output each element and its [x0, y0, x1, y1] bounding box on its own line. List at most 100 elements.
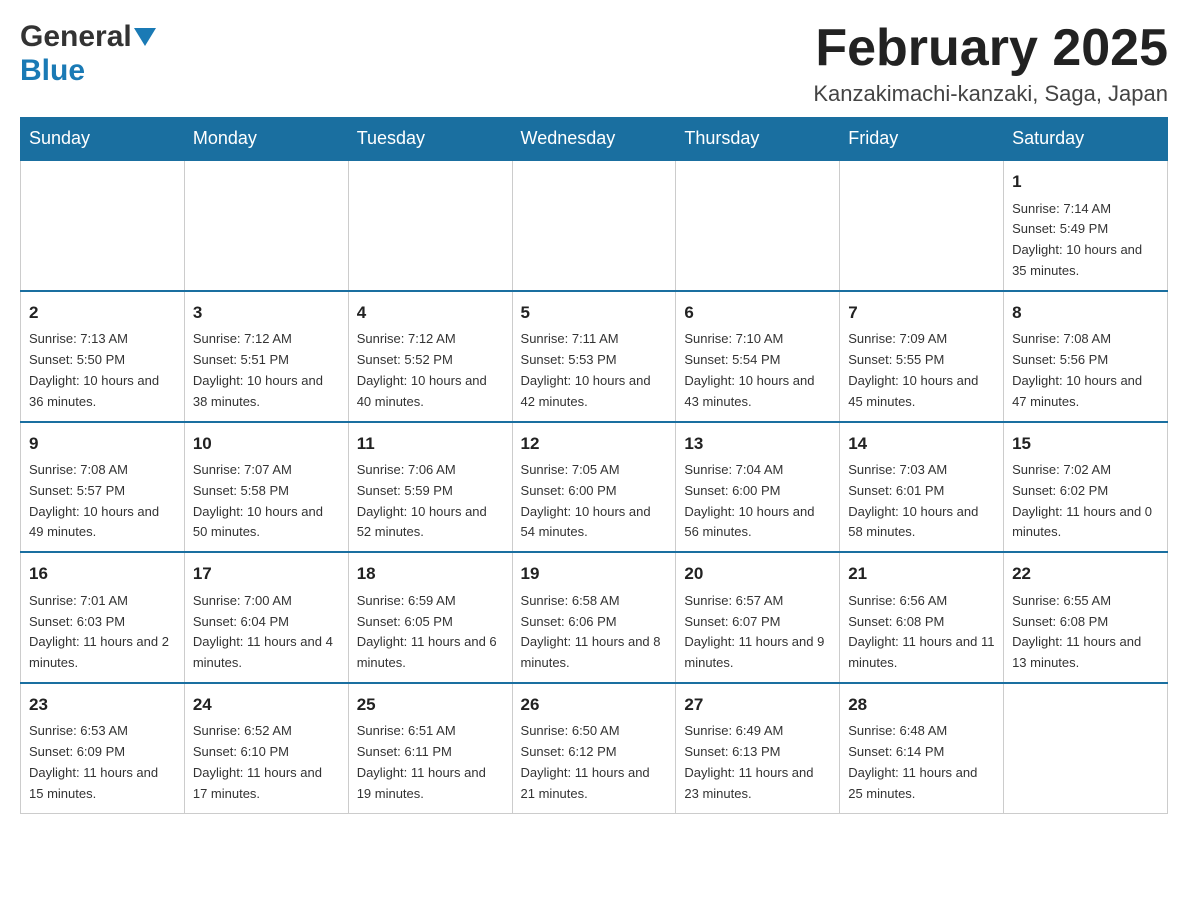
day-number: 6 [684, 300, 831, 326]
day-number: 16 [29, 561, 176, 587]
logo: General Blue [20, 20, 156, 88]
calendar-header-row: SundayMondayTuesdayWednesdayThursdayFrid… [21, 118, 1168, 161]
day-info: Sunrise: 7:05 AMSunset: 6:00 PMDaylight:… [521, 460, 668, 543]
calendar-cell: 9 Sunrise: 7:08 AMSunset: 5:57 PMDaylight… [21, 422, 185, 553]
day-info: Sunrise: 7:06 AMSunset: 5:59 PMDaylight:… [357, 460, 504, 543]
calendar-cell: 24 Sunrise: 6:52 AMSunset: 6:10 PMDayligh… [184, 683, 348, 813]
day-number: 17 [193, 561, 340, 587]
calendar-cell: 19Sunrise: 6:58 AMSunset: 6:06 PMDayligh… [512, 552, 676, 683]
day-number: 9 [29, 431, 176, 457]
day-number: 28 [848, 692, 995, 718]
day-info: Sunrise: 6:55 AMSunset: 6:08 PMDaylight:… [1012, 591, 1159, 674]
calendar-cell: 16 Sunrise: 7:01 AMSunset: 6:03 PMDayligh… [21, 552, 185, 683]
day-info: Sunrise: 7:03 AMSunset: 6:01 PMDaylight:… [848, 460, 995, 543]
day-number: 21 [848, 561, 995, 587]
day-number: 5 [521, 300, 668, 326]
day-number: 2 [29, 300, 176, 326]
day-number: 14 [848, 431, 995, 457]
day-info: Sunrise: 6:52 AMSunset: 6:10 PMDaylight:… [193, 721, 340, 804]
calendar-cell: 27Sunrise: 6:49 AMSunset: 6:13 PMDayligh… [676, 683, 840, 813]
day-info: Sunrise: 7:08 AMSunset: 5:57 PMDaylight:… [29, 460, 176, 543]
calendar-cell: 25 Sunrise: 6:51 AMSunset: 6:11 PMDayligh… [348, 683, 512, 813]
calendar-cell: 23 Sunrise: 6:53 AMSunset: 6:09 PMDayligh… [21, 683, 185, 813]
calendar-cell: 2Sunrise: 7:13 AMSunset: 5:50 PMDaylight… [21, 291, 185, 422]
calendar-cell: 6 Sunrise: 7:10 AMSunset: 5:54 PMDaylight… [676, 291, 840, 422]
day-number: 23 [29, 692, 176, 718]
logo-triangle-icon [134, 28, 156, 50]
calendar-cell: 13 Sunrise: 7:04 AMSunset: 6:00 PMDayligh… [676, 422, 840, 553]
day-info: Sunrise: 6:56 AMSunset: 6:08 PMDaylight:… [848, 591, 995, 674]
day-number: 3 [193, 300, 340, 326]
day-number: 26 [521, 692, 668, 718]
calendar-cell [676, 160, 840, 291]
day-number: 8 [1012, 300, 1159, 326]
day-number: 10 [193, 431, 340, 457]
day-number: 1 [1012, 169, 1159, 195]
day-info: Sunrise: 7:11 AMSunset: 5:53 PMDaylight:… [521, 329, 668, 412]
day-info: Sunrise: 6:50 AMSunset: 6:12 PMDaylight:… [521, 721, 668, 804]
month-title: February 2025 [813, 20, 1168, 77]
calendar-cell: 22 Sunrise: 6:55 AMSunset: 6:08 PMDayligh… [1004, 552, 1168, 683]
day-info: Sunrise: 6:49 AMSunset: 6:13 PMDaylight:… [684, 721, 831, 804]
calendar-cell: 14 Sunrise: 7:03 AMSunset: 6:01 PMDayligh… [840, 422, 1004, 553]
day-info: Sunrise: 7:00 AMSunset: 6:04 PMDaylight:… [193, 591, 340, 674]
logo-blue-text: Blue [20, 54, 85, 87]
day-number: 19 [521, 561, 668, 587]
calendar-table: SundayMondayTuesdayWednesdayThursdayFrid… [20, 117, 1168, 813]
day-info: Sunrise: 6:59 AMSunset: 6:05 PMDaylight:… [357, 591, 504, 674]
day-number: 13 [684, 431, 831, 457]
calendar-cell: 18 Sunrise: 6:59 AMSunset: 6:05 PMDayligh… [348, 552, 512, 683]
calendar-cell: 20 Sunrise: 6:57 AMSunset: 6:07 PMDayligh… [676, 552, 840, 683]
calendar-cell [512, 160, 676, 291]
calendar-cell: 1 Sunrise: 7:14 AMSunset: 5:49 PMDaylight… [1004, 160, 1168, 291]
weekday-header-thursday: Thursday [676, 118, 840, 161]
day-info: Sunrise: 6:48 AMSunset: 6:14 PMDaylight:… [848, 721, 995, 804]
calendar-cell: 21 Sunrise: 6:56 AMSunset: 6:08 PMDayligh… [840, 552, 1004, 683]
day-number: 12 [521, 431, 668, 457]
day-info: Sunrise: 6:53 AMSunset: 6:09 PMDaylight:… [29, 721, 176, 804]
day-number: 15 [1012, 431, 1159, 457]
day-info: Sunrise: 7:01 AMSunset: 6:03 PMDaylight:… [29, 591, 176, 674]
day-info: Sunrise: 7:10 AMSunset: 5:54 PMDaylight:… [684, 329, 831, 412]
day-number: 7 [848, 300, 995, 326]
day-info: Sunrise: 7:04 AMSunset: 6:00 PMDaylight:… [684, 460, 831, 543]
calendar-cell: 15Sunrise: 7:02 AMSunset: 6:02 PMDayligh… [1004, 422, 1168, 553]
day-number: 11 [357, 431, 504, 457]
calendar-cell [184, 160, 348, 291]
day-number: 24 [193, 692, 340, 718]
calendar-week-row: 1 Sunrise: 7:14 AMSunset: 5:49 PMDaylight… [21, 160, 1168, 291]
location-subtitle: Kanzakimachi-kanzaki, Saga, Japan [813, 81, 1168, 107]
calendar-cell [348, 160, 512, 291]
day-number: 22 [1012, 561, 1159, 587]
calendar-cell: 11 Sunrise: 7:06 AMSunset: 5:59 PMDayligh… [348, 422, 512, 553]
day-info: Sunrise: 6:51 AMSunset: 6:11 PMDaylight:… [357, 721, 504, 804]
day-info: Sunrise: 7:07 AMSunset: 5:58 PMDaylight:… [193, 460, 340, 543]
calendar-week-row: 16 Sunrise: 7:01 AMSunset: 6:03 PMDayligh… [21, 552, 1168, 683]
day-info: Sunrise: 6:57 AMSunset: 6:07 PMDaylight:… [684, 591, 831, 674]
day-number: 20 [684, 561, 831, 587]
day-info: Sunrise: 7:12 AMSunset: 5:51 PMDaylight:… [193, 329, 340, 412]
calendar-cell [1004, 683, 1168, 813]
calendar-cell: 5 Sunrise: 7:11 AMSunset: 5:53 PMDaylight… [512, 291, 676, 422]
logo-general-text: General [20, 20, 132, 54]
calendar-cell: 10 Sunrise: 7:07 AMSunset: 5:58 PMDayligh… [184, 422, 348, 553]
calendar-cell: 4Sunrise: 7:12 AMSunset: 5:52 PMDaylight… [348, 291, 512, 422]
day-info: Sunrise: 7:12 AMSunset: 5:52 PMDaylight:… [357, 329, 504, 412]
page-header: General Blue February 2025 Kanzakimachi-… [20, 20, 1168, 107]
weekday-header-monday: Monday [184, 118, 348, 161]
calendar-cell: 28 Sunrise: 6:48 AMSunset: 6:14 PMDayligh… [840, 683, 1004, 813]
calendar-cell: 8Sunrise: 7:08 AMSunset: 5:56 PMDaylight… [1004, 291, 1168, 422]
weekday-header-wednesday: Wednesday [512, 118, 676, 161]
calendar-week-row: 9 Sunrise: 7:08 AMSunset: 5:57 PMDaylight… [21, 422, 1168, 553]
day-number: 25 [357, 692, 504, 718]
calendar-cell: 26 Sunrise: 6:50 AMSunset: 6:12 PMDayligh… [512, 683, 676, 813]
calendar-cell: 7 Sunrise: 7:09 AMSunset: 5:55 PMDaylight… [840, 291, 1004, 422]
calendar-cell: 3 Sunrise: 7:12 AMSunset: 5:51 PMDaylight… [184, 291, 348, 422]
day-info: Sunrise: 7:14 AMSunset: 5:49 PMDaylight:… [1012, 199, 1159, 282]
title-section: February 2025 Kanzakimachi-kanzaki, Saga… [813, 20, 1168, 107]
calendar-cell [21, 160, 185, 291]
day-number: 18 [357, 561, 504, 587]
weekday-header-sunday: Sunday [21, 118, 185, 161]
calendar-cell [840, 160, 1004, 291]
day-info: Sunrise: 7:09 AMSunset: 5:55 PMDaylight:… [848, 329, 995, 412]
